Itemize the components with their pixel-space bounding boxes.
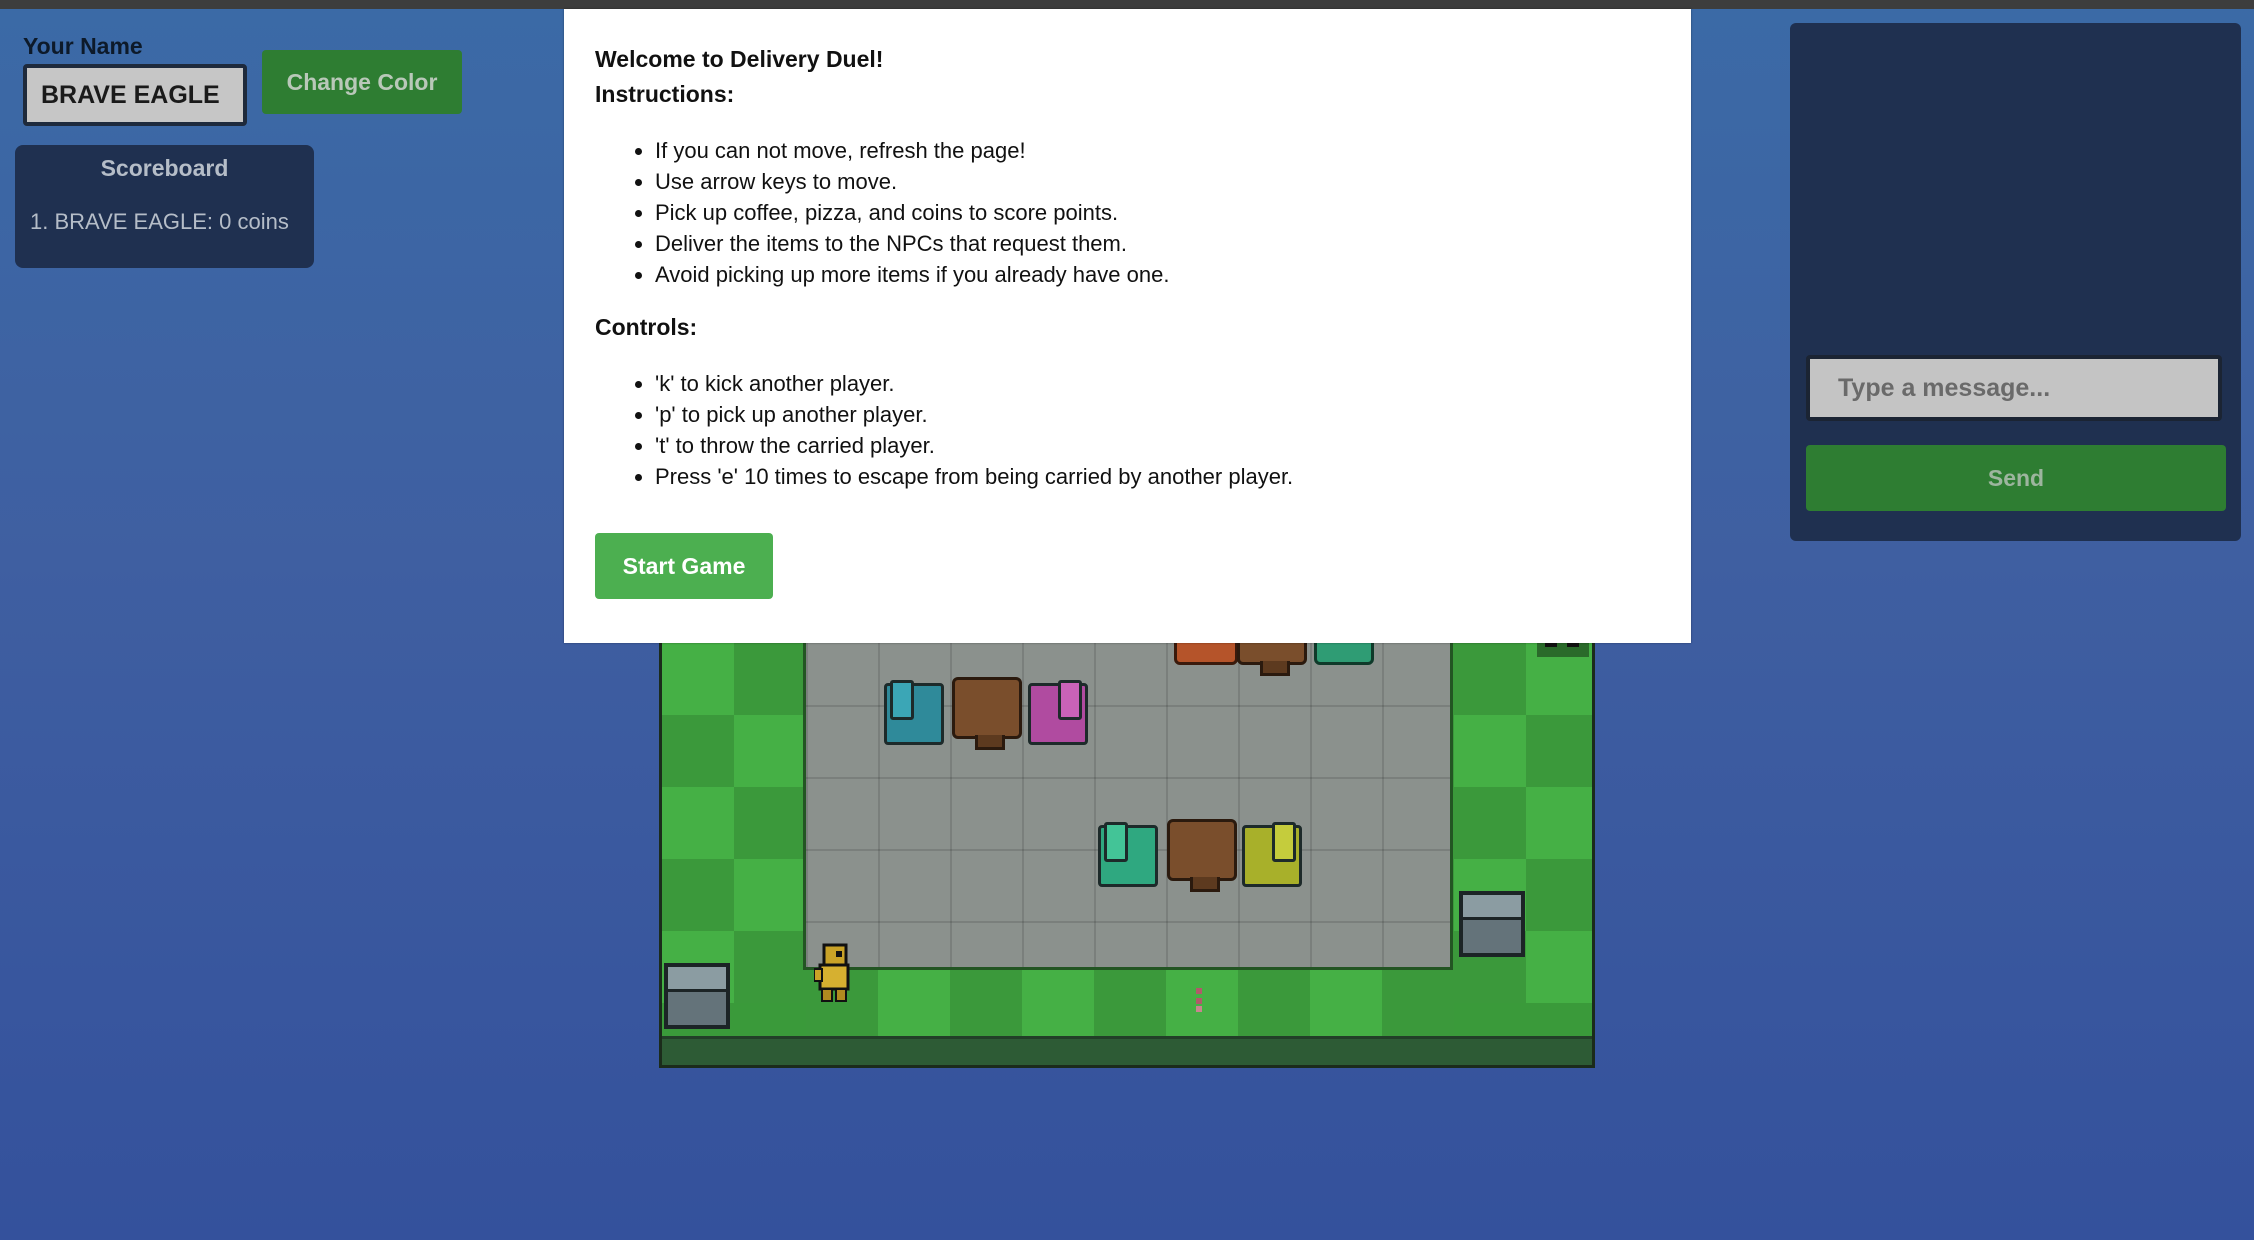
grass-tile — [662, 787, 734, 859]
welcome-heading: Welcome to Delivery Duel! — [595, 46, 884, 72]
name-input[interactable] — [23, 64, 247, 126]
grass-tile — [1310, 967, 1382, 1039]
grass-tile — [734, 715, 806, 787]
counter-orange — [1174, 643, 1238, 665]
grass-tile — [1094, 967, 1166, 1039]
grass-tile — [734, 931, 806, 1003]
send-button[interactable]: Send — [1806, 445, 2226, 511]
grass-tile — [1454, 787, 1526, 859]
instruction-item: Pick up coffee, pizza, and coins to scor… — [655, 197, 1169, 228]
grass-tile — [950, 967, 1022, 1039]
grass-tile — [1454, 643, 1526, 715]
scoreboard-title: Scoreboard — [100, 155, 229, 181]
grass-tile — [1454, 715, 1526, 787]
grass-tile — [662, 643, 734, 715]
counter-teal — [1314, 643, 1374, 665]
game-board[interactable] — [659, 640, 1595, 1068]
instruction-item: Avoid picking up more items if you alrea… — [655, 259, 1169, 290]
grass-tile — [734, 787, 806, 859]
instructions-modal: Welcome to Delivery Duel! Instructions: … — [564, 9, 1691, 643]
grass-tile — [662, 859, 734, 931]
controls-heading: Controls: — [595, 314, 698, 340]
grass-tile — [1382, 967, 1454, 1039]
grass-tile — [1022, 967, 1094, 1039]
instruction-item: If you can not move, refresh the page! — [655, 135, 1169, 166]
chat-panel: Send — [1790, 23, 2241, 541]
chair-yellow — [1242, 822, 1302, 887]
instructions-heading: Instructions: — [595, 81, 735, 107]
control-item: Press 'e' 10 times to escape from being … — [655, 461, 1293, 492]
coin-item-icon — [1196, 988, 1202, 1012]
cafe-table — [952, 677, 1022, 750]
control-item: 't' to throw the carried player. — [655, 430, 1293, 461]
controls-list: 'k' to kick another player. 'p' to pick … — [600, 368, 1293, 492]
scoreboard: Scoreboard 1. BRAVE EAGLE: 0 coins — [15, 145, 314, 268]
grass-tile — [734, 859, 806, 931]
chair-teal — [884, 680, 944, 745]
storage-crate — [664, 963, 730, 1029]
grass-tile — [734, 643, 806, 715]
player-sprite-icon — [814, 943, 850, 1002]
chat-message-input[interactable] — [1806, 355, 2222, 421]
chair-green — [1098, 822, 1158, 887]
top-bar — [0, 0, 2254, 9]
scoreboard-entry: 1. BRAVE EAGLE: 0 coins — [30, 209, 289, 234]
name-label: Your Name — [23, 33, 143, 59]
grass-tile — [662, 715, 734, 787]
grass-tile — [1526, 931, 1592, 1003]
instructions-list: If you can not move, refresh the page! U… — [600, 135, 1169, 290]
instruction-item: Use arrow keys to move. — [655, 166, 1169, 197]
grass-tile — [1526, 859, 1592, 931]
change-color-button[interactable]: Change Color — [262, 50, 462, 114]
grass-tile — [878, 967, 950, 1039]
grass-tile — [1526, 715, 1592, 787]
grass-tile — [1238, 967, 1310, 1039]
cafe-table — [1167, 819, 1237, 892]
grass-tile — [1526, 787, 1592, 859]
board-fence — [662, 1036, 1592, 1065]
control-item: 'p' to pick up another player. — [655, 399, 1293, 430]
storage-crate — [1459, 891, 1525, 957]
control-item: 'k' to kick another player. — [655, 368, 1293, 399]
chair-pink — [1028, 680, 1088, 745]
cafe-table — [1237, 643, 1307, 676]
start-game-button[interactable]: Start Game — [595, 533, 773, 599]
instruction-item: Deliver the items to the NPCs that reque… — [655, 228, 1169, 259]
